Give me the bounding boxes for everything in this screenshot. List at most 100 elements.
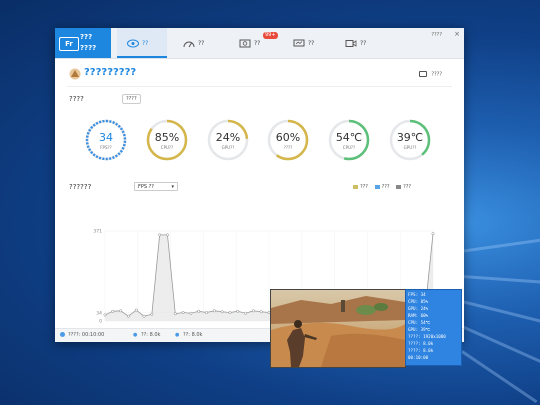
- status-session-time: ????: 00:10:00: [68, 332, 105, 338]
- gauge-value: 24%: [215, 131, 241, 144]
- tab-overview[interactable]: ??: [117, 28, 167, 58]
- legend-swatch: [374, 184, 380, 189]
- data-point: [150, 312, 154, 316]
- wallpaper-beam: [461, 275, 540, 285]
- hud-row: 00:10:00: [408, 355, 429, 360]
- data-point: [197, 309, 201, 313]
- gauge-label: ????: [283, 145, 293, 150]
- legend-item[interactable]: ???: [353, 184, 368, 190]
- data-point: [142, 314, 146, 318]
- perf-section-title: ??????: [69, 183, 92, 191]
- gauge-value: 34: [99, 131, 113, 144]
- data-point: [220, 310, 224, 314]
- gauge-1: 85% CPU??: [145, 118, 189, 162]
- legend-label: ???: [381, 184, 390, 190]
- legend-swatch: [396, 184, 402, 189]
- screenshot-button[interactable]: ????: [418, 71, 442, 78]
- titlebar-account-link[interactable]: ????: [431, 32, 442, 38]
- y-tick-label: 371: [93, 229, 102, 235]
- data-point: [158, 233, 162, 237]
- game-scene-image: [271, 290, 405, 367]
- tab-recording[interactable]: ??: [335, 28, 385, 58]
- legend-label: ???: [403, 184, 412, 190]
- gauge-value: 39℃: [396, 131, 424, 144]
- gauge-label: GPU??: [221, 145, 235, 150]
- chart-legend: ??? ??? ???: [353, 184, 411, 190]
- screenshot-button-label: ????: [431, 71, 442, 78]
- tab-network-label: ??: [308, 40, 315, 47]
- y-tick-label: 34: [96, 310, 102, 316]
- legend-item[interactable]: ???: [396, 184, 411, 190]
- data-point: [111, 309, 115, 313]
- hud-row: GPU: 24%: [408, 306, 429, 311]
- logo-mark-icon: Fr: [59, 37, 79, 51]
- data-point: [173, 312, 177, 316]
- metric-select[interactable]: FPS ?? ▾: [134, 182, 178, 191]
- app-logo[interactable]: Fr ??? ????: [55, 28, 111, 58]
- title-bar: Fr ??? ???? ?? ?? ?? 99+ ?? ?? ???? ×: [55, 28, 464, 59]
- data-point: [431, 232, 435, 236]
- y-tick-label: 0: [99, 319, 102, 325]
- tab-network[interactable]: ??: [283, 28, 333, 58]
- hardware-section-title: ????: [69, 95, 84, 103]
- tab-recording-label: ??: [360, 40, 367, 47]
- data-point: [259, 310, 263, 314]
- speedometer-icon: [183, 41, 195, 48]
- hud-row: GPU: 39℃: [408, 327, 431, 332]
- hardware-detail-button[interactable]: ????: [122, 94, 141, 104]
- legend-item[interactable]: ???: [374, 184, 390, 190]
- gauge-value: 60%: [275, 131, 301, 144]
- data-point: [119, 309, 123, 313]
- game-title: ?????????: [84, 67, 137, 78]
- legend-label: ???: [360, 184, 368, 190]
- screenshot-icon: [239, 39, 251, 48]
- hud-row: ????: 8.0k: [408, 341, 434, 346]
- hud-row: CPU: 85%: [408, 299, 429, 304]
- gauge-label: FPS??: [100, 145, 112, 150]
- data-point: [181, 311, 185, 314]
- gauge-4: 54℃ CPU??: [327, 118, 371, 162]
- screenshot-count-badge: 99+: [263, 32, 278, 39]
- legend-swatch: [353, 184, 358, 189]
- close-icon[interactable]: ×: [454, 30, 460, 38]
- wallpaper-beam: [459, 237, 540, 253]
- gauge-2: 24% GPU??: [206, 118, 250, 162]
- hud-row: ????: 1920x1080: [408, 334, 446, 339]
- data-point: [103, 313, 107, 317]
- clock-icon: [60, 332, 65, 337]
- gauge-3: 60%????: [266, 118, 310, 162]
- tab-performance[interactable]: ??: [173, 28, 223, 58]
- upload-icon: ●: [133, 332, 138, 338]
- divider: [67, 86, 452, 87]
- data-point: [134, 308, 138, 312]
- metric-select-value: FPS ??: [138, 184, 154, 190]
- chevron-down-icon: ▾: [171, 184, 174, 190]
- data-point: [205, 311, 208, 314]
- tab-screenshots[interactable]: ?? 99+: [229, 28, 279, 58]
- logo-title-line2: ????: [80, 44, 97, 52]
- data-point: [166, 233, 169, 237]
- wallpaper-beam: [461, 350, 538, 404]
- gauge-0: 34 FPS??: [84, 118, 128, 162]
- gauge-label: CPU??: [342, 145, 356, 150]
- hud-row: RAM: 60%: [408, 313, 429, 318]
- status-download: ??: 8.0k: [183, 332, 203, 338]
- game-logo-icon: [69, 68, 81, 80]
- tab-overview-label: ??: [142, 40, 149, 47]
- video-icon: [345, 40, 357, 47]
- data-point: [236, 309, 240, 313]
- download-icon: ●: [175, 332, 180, 338]
- fps-hud-overlay: FPS: 34 CPU: 85% GPU: 24% RAM: 60% CPU: …: [405, 289, 462, 366]
- tab-performance-label: ??: [198, 40, 205, 47]
- gauge-label: CPU??: [160, 145, 174, 150]
- gauge-5: 39℃ GPU??: [388, 118, 432, 162]
- data-point: [126, 314, 130, 318]
- logo-title-line1: ???: [80, 33, 93, 41]
- gauge-value: 54℃: [335, 131, 363, 144]
- camera-icon: [418, 71, 427, 77]
- hud-row: ????: 8.0k: [408, 348, 434, 353]
- data-point: [244, 311, 248, 315]
- gauge-label: GPU??: [403, 145, 417, 150]
- eye-icon: [127, 39, 139, 48]
- data-point: [212, 309, 216, 313]
